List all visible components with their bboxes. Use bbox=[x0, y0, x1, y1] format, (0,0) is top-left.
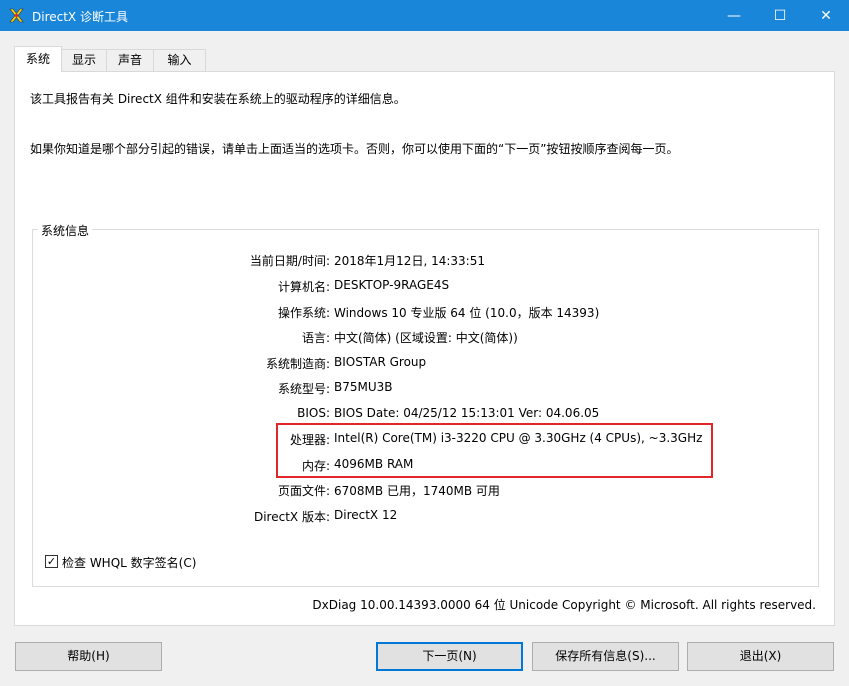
maximize-button[interactable]: ☐ bbox=[757, 0, 803, 31]
tab-system[interactable]: 系统 bbox=[14, 46, 62, 72]
tab-input[interactable]: 输入 bbox=[153, 49, 206, 71]
info-row-pagefile: 页面文件: 6708MB 已用，1740MB 可用 bbox=[33, 482, 820, 500]
tab-sound[interactable]: 声音 bbox=[106, 49, 154, 71]
system-tab-panel: 该工具报告有关 DirectX 组件和安装在系统上的驱动程序的详细信息。 如果你… bbox=[14, 71, 835, 626]
system-info-legend: 系统信息 bbox=[38, 222, 93, 239]
dxdiag-window: DirectX 诊断工具 — ☐ ✕ 系统 显示 声音 输入 该工具报告有关 D… bbox=[0, 0, 849, 686]
info-label: 操作系统: bbox=[277, 306, 330, 320]
info-label: 系统型号: bbox=[277, 382, 330, 396]
exit-button[interactable]: 退出(X) bbox=[687, 642, 834, 671]
info-value: BIOSTAR Group bbox=[334, 355, 427, 369]
info-row-model: 系统型号: B75MU3B bbox=[33, 380, 820, 398]
info-label: 内存: bbox=[301, 459, 330, 473]
info-value: BIOS Date: 04/25/12 15:13:01 Ver: 04.06.… bbox=[334, 406, 600, 420]
info-label: 系统制造商: bbox=[265, 357, 330, 371]
info-value: DirectX 12 bbox=[334, 508, 398, 522]
tab-display[interactable]: 显示 bbox=[61, 49, 107, 71]
title-bar[interactable]: DirectX 诊断工具 — ☐ ✕ bbox=[0, 0, 849, 31]
info-value: 2018年1月12日, 14:33:51 bbox=[334, 254, 485, 268]
info-value: DESKTOP-9RAGE4S bbox=[334, 278, 450, 292]
help-button[interactable]: 帮助(H) bbox=[15, 642, 162, 671]
info-row-memory: 内存: 4096MB RAM bbox=[33, 457, 820, 475]
whql-checkbox-label[interactable]: 检查 WHQL 数字签名(C) bbox=[62, 554, 196, 571]
save-all-info-button[interactable]: 保存所有信息(S)... bbox=[532, 642, 679, 671]
minimize-icon: — bbox=[727, 7, 741, 24]
info-row-datetime: 当前日期/时间: 2018年1月12日, 14:33:51 bbox=[33, 252, 820, 270]
whql-checkbox[interactable]: ✓ bbox=[45, 555, 58, 568]
minimize-button[interactable]: — bbox=[711, 0, 757, 31]
info-label: 当前日期/时间: bbox=[249, 254, 330, 268]
info-value: Windows 10 专业版 64 位 (10.0，版本 14393) bbox=[334, 306, 600, 320]
info-label: 页面文件: bbox=[277, 484, 330, 498]
close-icon: ✕ bbox=[820, 7, 832, 24]
next-page-button[interactable]: 下一页(N) bbox=[376, 642, 523, 671]
info-label: BIOS: bbox=[297, 406, 330, 420]
info-row-computer-name: 计算机名: DESKTOP-9RAGE4S bbox=[33, 278, 820, 296]
info-row-processor: 处理器: Intel(R) Core(TM) i3-3220 CPU @ 3.3… bbox=[33, 431, 820, 449]
maximize-icon: ☐ bbox=[773, 7, 787, 24]
close-button[interactable]: ✕ bbox=[803, 0, 849, 31]
info-row-language: 语言: 中文(简体) (区域设置: 中文(简体)) bbox=[33, 329, 820, 347]
info-row-bios: BIOS: BIOS Date: 04/25/12 15:13:01 Ver: … bbox=[33, 406, 820, 424]
version-copyright-text: DxDiag 10.00.14393.0000 64 位 Unicode Cop… bbox=[312, 598, 816, 612]
system-info-group: 系统信息 当前日期/时间: 2018年1月12日, 14:33:51 计算机名:… bbox=[32, 222, 820, 587]
info-label: DirectX 版本: bbox=[253, 510, 330, 524]
intro-text-1: 该工具报告有关 DirectX 组件和安装在系统上的驱动程序的详细信息。 bbox=[30, 92, 406, 106]
info-label: 语言: bbox=[301, 331, 330, 345]
window-title: DirectX 诊断工具 bbox=[32, 10, 128, 24]
info-value: 4096MB RAM bbox=[334, 457, 414, 471]
info-row-os: 操作系统: Windows 10 专业版 64 位 (10.0，版本 14393… bbox=[33, 304, 820, 322]
directx-app-icon bbox=[9, 8, 24, 23]
info-value: 中文(简体) (区域设置: 中文(简体)) bbox=[334, 331, 518, 345]
info-value: 6708MB 已用，1740MB 可用 bbox=[334, 484, 500, 498]
info-label: 处理器: bbox=[289, 433, 330, 447]
info-row-manufacturer: 系统制造商: BIOSTAR Group bbox=[33, 355, 820, 373]
info-value: Intel(R) Core(TM) i3-3220 CPU @ 3.30GHz … bbox=[334, 431, 703, 445]
info-value: B75MU3B bbox=[334, 380, 393, 394]
intro-text-2: 如果你知道是哪个部分引起的错误，请单击上面适当的选项卡。否则，你可以使用下面的“… bbox=[30, 142, 679, 156]
info-row-directx-version: DirectX 版本: DirectX 12 bbox=[33, 508, 820, 526]
info-label: 计算机名: bbox=[277, 280, 330, 294]
